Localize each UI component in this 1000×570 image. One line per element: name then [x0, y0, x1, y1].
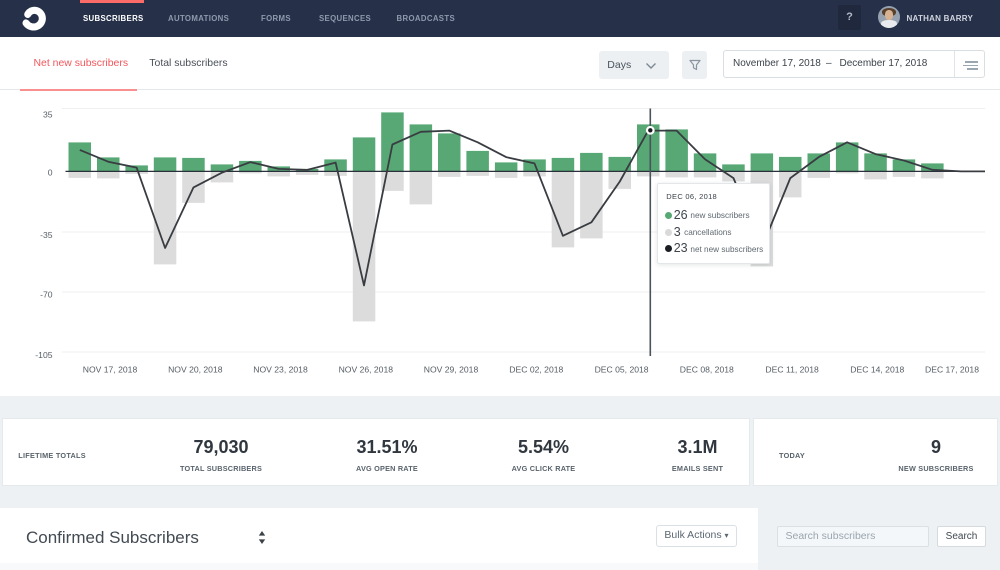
svg-text:-70: -70: [40, 290, 53, 300]
svg-text:35: 35: [43, 110, 53, 120]
svg-text:NOV 23, 2018: NOV 23, 2018: [253, 364, 308, 374]
svg-text:0: 0: [48, 167, 53, 177]
svg-text:NOV 20, 2018: NOV 20, 2018: [168, 364, 223, 374]
svg-text:NOV 17, 2018: NOV 17, 2018: [83, 364, 138, 374]
svg-text:NOV 26, 2018: NOV 26, 2018: [339, 364, 394, 374]
svg-text:DEC 02, 2018: DEC 02, 2018: [509, 364, 563, 374]
svg-text:DEC 11, 2018: DEC 11, 2018: [765, 364, 819, 374]
svg-text:-35: -35: [40, 230, 53, 240]
svg-text:DEC 08, 2018: DEC 08, 2018: [680, 364, 734, 374]
svg-text:DEC 14, 2018: DEC 14, 2018: [850, 364, 904, 374]
svg-text:DEC 05, 2018: DEC 05, 2018: [595, 364, 649, 374]
svg-text:-105: -105: [35, 350, 52, 360]
svg-text:DEC 17, 2018: DEC 17, 2018: [925, 364, 979, 374]
svg-text:NOV 29, 2018: NOV 29, 2018: [424, 364, 479, 374]
